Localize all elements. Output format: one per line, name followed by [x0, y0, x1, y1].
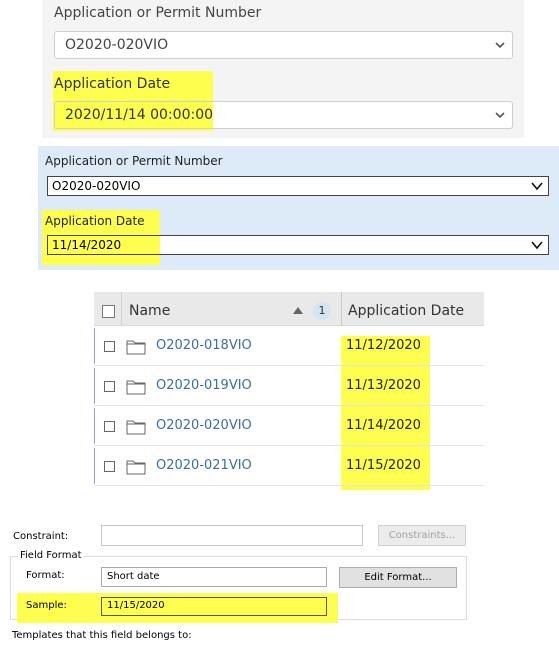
- constraints-button[interactable]: Constraints...: [378, 525, 466, 546]
- constraint-label: Constraint:: [13, 531, 69, 542]
- document-list: Name 1 Application Date O2020-018VIO 11/1…: [94, 292, 484, 490]
- list-item[interactable]: O2020-019VIO 11/13/2020: [94, 366, 484, 406]
- format-label: Format:: [26, 570, 65, 581]
- folder-icon: [126, 340, 146, 355]
- row-checkbox[interactable]: [104, 381, 115, 392]
- sort-ascending-icon[interactable]: [293, 307, 303, 314]
- row-checkbox[interactable]: [104, 341, 115, 352]
- folder-icon: [126, 420, 146, 435]
- folder-icon: [126, 380, 146, 395]
- application-date-cell: 11/14/2020: [346, 418, 421, 433]
- select-all-checkbox[interactable]: [102, 305, 115, 318]
- chevron-down-icon: [531, 182, 543, 191]
- desktop-form-panel: Application or Permit Number O2020-020VI…: [38, 146, 559, 270]
- chevron-down-icon: [495, 112, 505, 119]
- list-header: Name 1 Application Date: [94, 292, 484, 326]
- edit-format-button[interactable]: Edit Format...: [339, 567, 457, 588]
- permit-number-value: O2020-020VIO: [65, 37, 169, 53]
- list-item[interactable]: O2020-021VIO 11/15/2020: [94, 446, 484, 486]
- format-field[interactable]: Short date: [101, 567, 327, 587]
- list-item[interactable]: O2020-020VIO 11/14/2020: [94, 406, 484, 446]
- sample-value: 11/15/2020: [107, 600, 165, 611]
- document-name-link[interactable]: O2020-018VIO: [156, 338, 252, 353]
- application-date-label: Application Date: [45, 214, 145, 228]
- application-date-cell: 11/12/2020: [346, 338, 421, 353]
- permit-number-select[interactable]: O2020-020VIO: [54, 31, 513, 59]
- list-item[interactable]: O2020-018VIO 11/12/2020: [94, 326, 484, 366]
- list-rows: O2020-018VIO 11/12/2020 O2020-019VIO 11/13/…: [94, 326, 484, 486]
- application-date-value: 11/14/2020: [52, 238, 122, 252]
- permit-number-label: Application or Permit Number: [45, 154, 223, 168]
- chevron-down-icon: [531, 241, 543, 250]
- application-date-value: 2020/11/14 00:00:00: [65, 107, 214, 123]
- document-name-link[interactable]: O2020-020VIO: [156, 418, 252, 433]
- column-header-application-date[interactable]: Application Date: [348, 303, 464, 319]
- application-date-label: Application Date: [54, 76, 171, 92]
- constraint-field[interactable]: [101, 525, 363, 546]
- row-checkbox[interactable]: [104, 461, 115, 472]
- chevron-down-icon: [495, 42, 505, 49]
- document-name-link[interactable]: O2020-019VIO: [156, 378, 252, 393]
- permit-number-label: Application or Permit Number: [54, 5, 262, 21]
- sample-field: 11/15/2020: [101, 597, 327, 616]
- application-date-select[interactable]: 2020/11/14 00:00:00: [54, 101, 513, 129]
- application-date-cell: 11/15/2020: [346, 458, 421, 473]
- sample-label: Sample:: [26, 600, 67, 611]
- sort-order-badge: 1: [313, 302, 331, 320]
- templates-label: Templates that this field belongs to:: [12, 630, 192, 641]
- permit-number-value: O2020-020VIO: [52, 179, 141, 193]
- web-form-panel: Application or Permit Number O2020-020VI…: [42, 0, 524, 138]
- folder-icon: [126, 460, 146, 475]
- application-date-select[interactable]: 11/14/2020: [47, 235, 549, 255]
- application-date-cell: 11/13/2020: [346, 378, 421, 393]
- column-header-name[interactable]: Name: [129, 303, 170, 319]
- field-properties-dialog: Constraint: Constraints... Field Format …: [0, 520, 559, 650]
- field-format-title: Field Format: [18, 550, 84, 561]
- row-checkbox[interactable]: [104, 421, 115, 432]
- permit-number-select[interactable]: O2020-020VIO: [47, 176, 549, 196]
- document-name-link[interactable]: O2020-021VIO: [156, 458, 252, 473]
- format-value: Short date: [107, 571, 160, 582]
